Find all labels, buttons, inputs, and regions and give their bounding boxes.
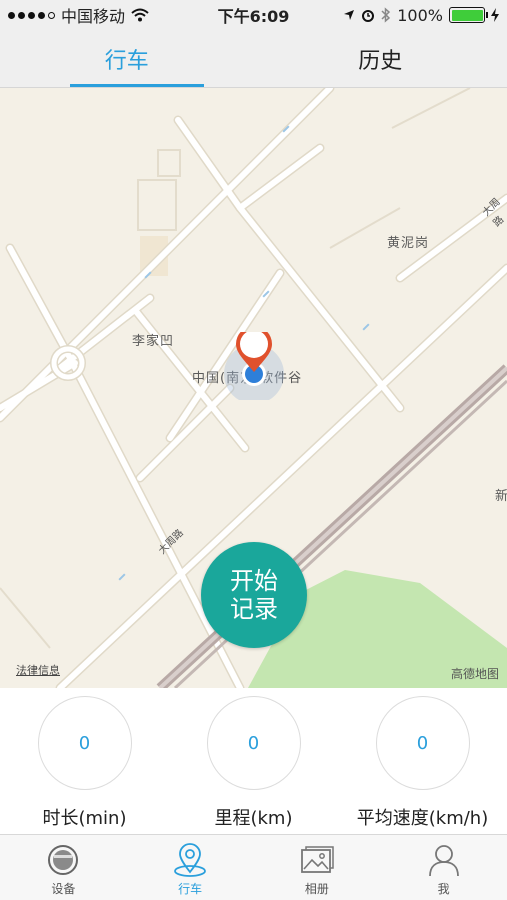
tab-driving-label: 行车 xyxy=(104,48,149,74)
location-pin-icon xyxy=(174,843,207,877)
signal-strength-icon xyxy=(8,11,55,19)
charging-icon xyxy=(491,8,499,22)
stat-avg-speed-value: 0 xyxy=(416,732,429,754)
nav-driving[interactable]: 行车 xyxy=(127,835,254,900)
tab-driving[interactable]: 行车 xyxy=(0,30,254,87)
carrier-name: 中国移动 xyxy=(61,7,126,26)
map-provider-logo: 高德地图 xyxy=(450,667,499,681)
nav-device-label: 设备 xyxy=(51,882,76,896)
map-view[interactable]: 黄泥岗 李家凹 中国(南京)软件谷 新 大周路 大周路 开始 记录 法律信息 高… xyxy=(0,88,507,688)
bottom-tab-bar: 设备 行车 相册 我 xyxy=(0,834,507,900)
album-icon xyxy=(300,846,334,873)
start-recording-button[interactable]: 开始 记录 xyxy=(201,542,307,648)
stat-distance: 0 里程(km) xyxy=(179,688,329,834)
battery-icon xyxy=(449,7,488,23)
nav-me-label: 我 xyxy=(437,882,450,896)
nav-album[interactable]: 相册 xyxy=(254,835,381,900)
stat-duration-label: 时长(min) xyxy=(42,808,127,829)
status-right: 100% xyxy=(343,6,499,25)
nav-driving-label: 行车 xyxy=(178,882,203,896)
start-button-line1: 开始 xyxy=(230,567,278,595)
stat-avg-speed: 0 平均速度(km/h) xyxy=(348,688,498,834)
location-arrow-icon xyxy=(344,10,355,20)
stat-duration-ring: 0 xyxy=(37,696,132,790)
map-label-xin: 新 xyxy=(495,489,507,504)
nav-me[interactable]: 我 xyxy=(380,835,507,900)
nav-device[interactable]: 设备 xyxy=(0,835,127,900)
bluetooth-icon xyxy=(381,7,391,23)
start-button-line2: 记录 xyxy=(230,595,278,623)
status-bar: 中国移动 下午6:09 100% xyxy=(0,0,507,30)
stat-distance-value: 0 xyxy=(247,732,260,754)
stat-duration-value: 0 xyxy=(78,732,91,754)
legal-info-link[interactable]: 法律信息 xyxy=(16,662,60,678)
top-tab-bar: 行车 历史 xyxy=(0,30,507,88)
tab-history[interactable]: 历史 xyxy=(254,30,507,87)
wifi-icon xyxy=(131,8,149,22)
stat-distance-ring: 0 xyxy=(206,696,301,790)
map-label-huangnigang: 黄泥岗 xyxy=(387,236,430,251)
stat-avg-speed-ring: 0 xyxy=(375,696,470,790)
trip-stats-panel: 0 时长(min) 0 里程(km) 0 平均速度(km/h) xyxy=(0,688,507,834)
nav-album-label: 相册 xyxy=(304,882,329,896)
user-icon xyxy=(428,845,459,877)
alarm-icon xyxy=(362,10,375,22)
current-location-pin-icon xyxy=(224,332,284,400)
status-left: 中国移动 xyxy=(8,3,149,27)
battery-percent: 100% xyxy=(397,5,443,25)
stat-avg-speed-label: 平均速度(km/h) xyxy=(356,808,489,829)
stat-distance-label: 里程(km) xyxy=(214,808,293,829)
device-icon xyxy=(48,845,79,875)
tab-history-label: 历史 xyxy=(358,48,403,74)
map-label-lijiaao: 李家凹 xyxy=(132,334,175,349)
stat-duration: 0 时长(min) xyxy=(10,688,160,834)
